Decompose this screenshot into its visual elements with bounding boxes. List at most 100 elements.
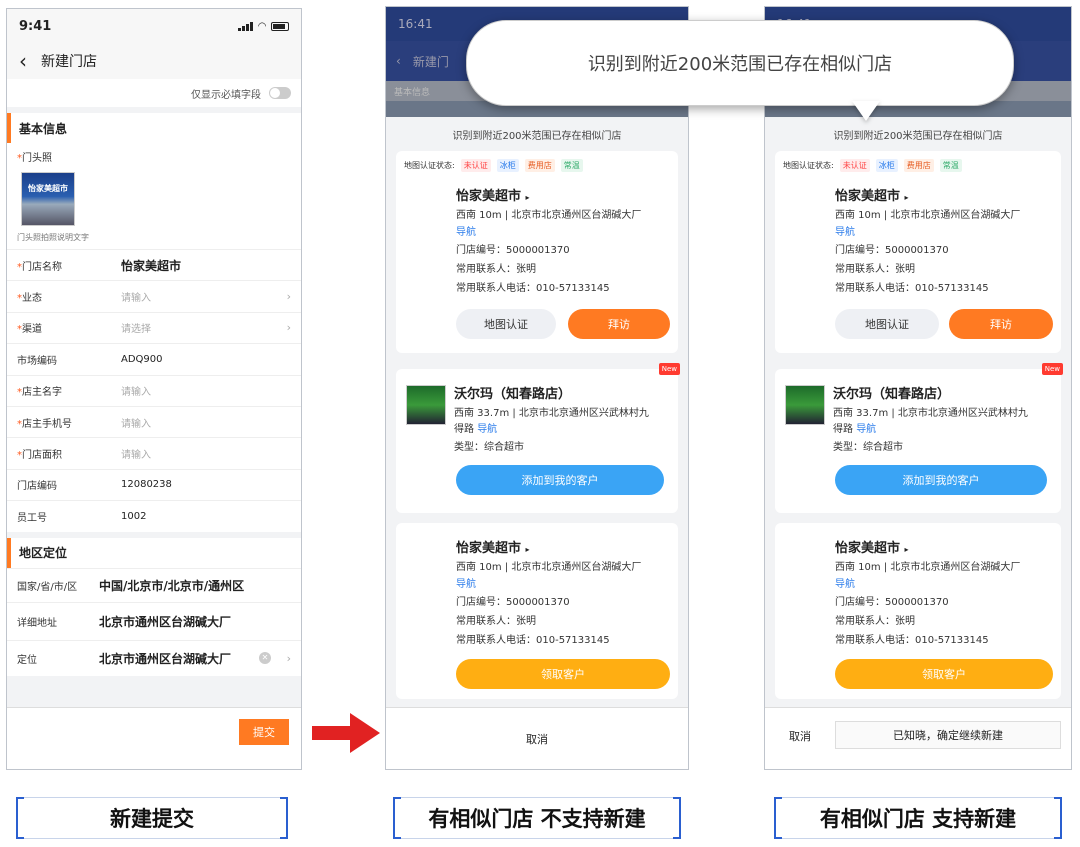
sheet-title: 识别到附近200米范围已存在相似门店 (833, 130, 1003, 142)
add-to-my-customers-button[interactable]: 添加到我的客户 (456, 465, 664, 495)
field-label: 门店名称 (22, 261, 62, 273)
chevron-right-icon: › (286, 321, 291, 335)
field-store-code[interactable]: 门店编码 12080238 (7, 468, 301, 501)
caption-blocked: 有相似门店 不支持新建 (393, 797, 681, 839)
store-name-link[interactable]: 怡家美超市 ▸ (835, 185, 1055, 204)
field-region[interactable]: 国家/省/市/区 中国/北京市/北京市/通州区 (7, 567, 301, 602)
field-market-code[interactable]: 市场编码 ADQ900 (7, 343, 301, 375)
tag-unverified: 未认证 (460, 159, 491, 172)
required-filter-toggle[interactable] (269, 87, 291, 99)
claim-customer-button[interactable]: 领取客户 (835, 659, 1053, 689)
basic-fields: *门店名称 怡家美超市 *业态 请输入 › *渠道 请选择 › 市场编码 ADQ900 *店… (7, 249, 301, 532)
store-info: 沃尔玛（知春路店） 西南 33.7m | 北京市北京通州区兴武林村九 得路 导航 … (833, 383, 1057, 457)
callout-bubble: 识别到附近200米范围已存在相似门店 (466, 20, 1014, 106)
navigate-link[interactable]: 导航 (856, 424, 876, 435)
storefront-photo[interactable]: 怡家美超市 (21, 172, 75, 226)
store-card: 怡家美超市 ▸ 西南 10m | 北京市北京通州区台湖碱大厂 导航 门店编号：50… (396, 523, 678, 699)
store-name: 怡家美超市 (456, 189, 522, 204)
store-name-link[interactable]: 怡家美超市 ▸ (456, 185, 676, 204)
field-placeholder: 请输入 (121, 387, 151, 399)
signal-icon (238, 21, 254, 31)
navigate-link[interactable]: 导航 (835, 227, 855, 238)
field-store-name[interactable]: *门店名称 怡家美超市 (7, 249, 301, 281)
store-contact-phone: 常用联系人电话：010-57133145 (456, 635, 610, 646)
submit-button[interactable]: 提交 (239, 719, 289, 745)
store-info: 怡家美超市 ▸ 西南 10m | 北京市北京通州区台湖碱大厂 导航 门店编号：50… (456, 185, 676, 298)
field-employee-id[interactable]: 员工号 1002 (7, 500, 301, 532)
store-name-link[interactable]: 怡家美超市 ▸ (835, 537, 1059, 556)
back-arrow-icon: ‹ (396, 54, 401, 68)
auth-status-row: 地图认证状态: 未认证 冰柜 费用店 常温 (396, 151, 678, 172)
field-channel[interactable]: *渠道 请选择 › (7, 311, 301, 344)
battery-icon (271, 21, 289, 31)
storefront-photo-block: *门头照 怡家美超市 门头照拍照说明文字 (7, 143, 301, 249)
field-label: 门店编码 (17, 481, 57, 493)
store-name: 怡家美超市 (456, 541, 522, 556)
field-value: 1002 (121, 510, 147, 522)
clear-icon[interactable]: ✕ (259, 651, 271, 664)
map-verify-button[interactable]: 地图认证 (835, 309, 939, 339)
field-placeholder: 请输入 (121, 450, 151, 462)
store-contact-phone: 常用联系人电话：010-57133145 (835, 635, 989, 646)
tag-ambient: 常温 (560, 159, 583, 172)
field-placeholder: 请输入 (121, 293, 151, 305)
field-value: 北京市通州区台湖碱大厂 (99, 614, 232, 629)
auth-label: 地图认证状态: (783, 161, 834, 170)
store-thumbnail (785, 385, 825, 425)
auth-status-row: 地图认证状态: 未认证 冰柜 费用店 常温 (775, 151, 1061, 172)
store-name: 怡家美超市 (835, 189, 901, 204)
store-name-link[interactable]: 怡家美超市 ▸ (456, 537, 676, 556)
store-thumbnail (406, 385, 446, 425)
caption-allowed: 有相似门店 支持新建 (774, 797, 1062, 839)
store-name[interactable]: 沃尔玛（知春路店） (833, 383, 1057, 402)
store-card: 地图认证状态: 未认证 冰柜 费用店 常温 怡家美超市 ▸ 西南 10m | 北… (775, 151, 1061, 353)
dim-title: 新建门 (412, 54, 449, 69)
navigate-link[interactable]: 导航 (456, 579, 476, 590)
callout-tail (852, 101, 880, 121)
store-name[interactable]: 沃尔玛（知春路店） (454, 383, 674, 402)
field-locate[interactable]: 定位 北京市通州区台湖碱大厂 ✕ › (7, 639, 301, 676)
field-address[interactable]: 详细地址 北京市通州区台湖碱大厂 (7, 601, 301, 640)
store-type: 类型：综合超市 (833, 442, 903, 453)
map-verify-button[interactable]: 地图认证 (456, 309, 556, 339)
tag-ambient: 常温 (939, 159, 962, 172)
store-contact: 常用联系人：张明 (835, 264, 915, 275)
status-bar: 9:41 ◠ (7, 9, 301, 43)
footer-bar: 取消 已知晓，确定继续新建 (765, 707, 1071, 769)
store-info: 怡家美超市 ▸ 西南 10m | 北京市北京通州区台湖碱大厂 导航 门店编号：50… (835, 537, 1059, 650)
field-label: 员工号 (17, 512, 47, 524)
store-card: 地图认证状态: 未认证 冰柜 费用店 常温 怡家美超市 ▸ 西南 10m | 北… (396, 151, 678, 353)
cancel-button[interactable]: 取消 (386, 707, 688, 769)
navigate-link[interactable]: 导航 (456, 227, 476, 238)
claim-customer-button[interactable]: 领取客户 (456, 659, 670, 689)
field-value: ADQ900 (121, 353, 163, 365)
tag-expense-store: 费用店 (903, 159, 934, 172)
flow-arrow-icon (312, 726, 352, 740)
navigate-link[interactable]: 导航 (477, 424, 497, 435)
cancel-button[interactable]: 取消 (789, 728, 811, 744)
chevron-right-icon: › (286, 651, 291, 665)
add-to-my-customers-button[interactable]: 添加到我的客户 (835, 465, 1047, 495)
field-label: 详细地址 (17, 617, 57, 629)
field-business-type[interactable]: *业态 请输入 › (7, 280, 301, 312)
store-code: 门店编号：5000001370 (835, 245, 949, 256)
tag-expense-store: 费用店 (524, 159, 555, 172)
navigate-link[interactable]: 导航 (835, 579, 855, 590)
field-owner-phone[interactable]: *店主手机号 请输入 (7, 405, 301, 438)
back-arrow-icon[interactable]: ‹ (19, 51, 27, 71)
field-owner-name[interactable]: *店主名字 请输入 (7, 374, 301, 406)
visit-button[interactable]: 拜访 (949, 309, 1053, 339)
store-distance: 西南 10m | 北京市北京通州区台湖碱大厂 (835, 210, 1021, 221)
store-distance: 西南 10m | 北京市北京通州区台湖碱大厂 (456, 210, 642, 221)
field-value: 中国/北京市/北京市/通州区 (99, 578, 245, 593)
store-contact-phone: 常用联系人电话：010-57133145 (456, 283, 610, 294)
new-badge: New (1041, 363, 1063, 375)
tag-freezer: 冰柜 (496, 159, 519, 172)
visit-button[interactable]: 拜访 (568, 309, 670, 339)
field-label: 店主手机号 (22, 418, 72, 430)
field-label: 市场编码 (17, 355, 57, 367)
field-placeholder: 请输入 (121, 418, 151, 430)
confirm-create-button[interactable]: 已知晓，确定继续新建 (835, 721, 1061, 749)
tag-unverified: 未认证 (839, 159, 870, 172)
field-store-area[interactable]: *门店面积 请输入 (7, 437, 301, 469)
